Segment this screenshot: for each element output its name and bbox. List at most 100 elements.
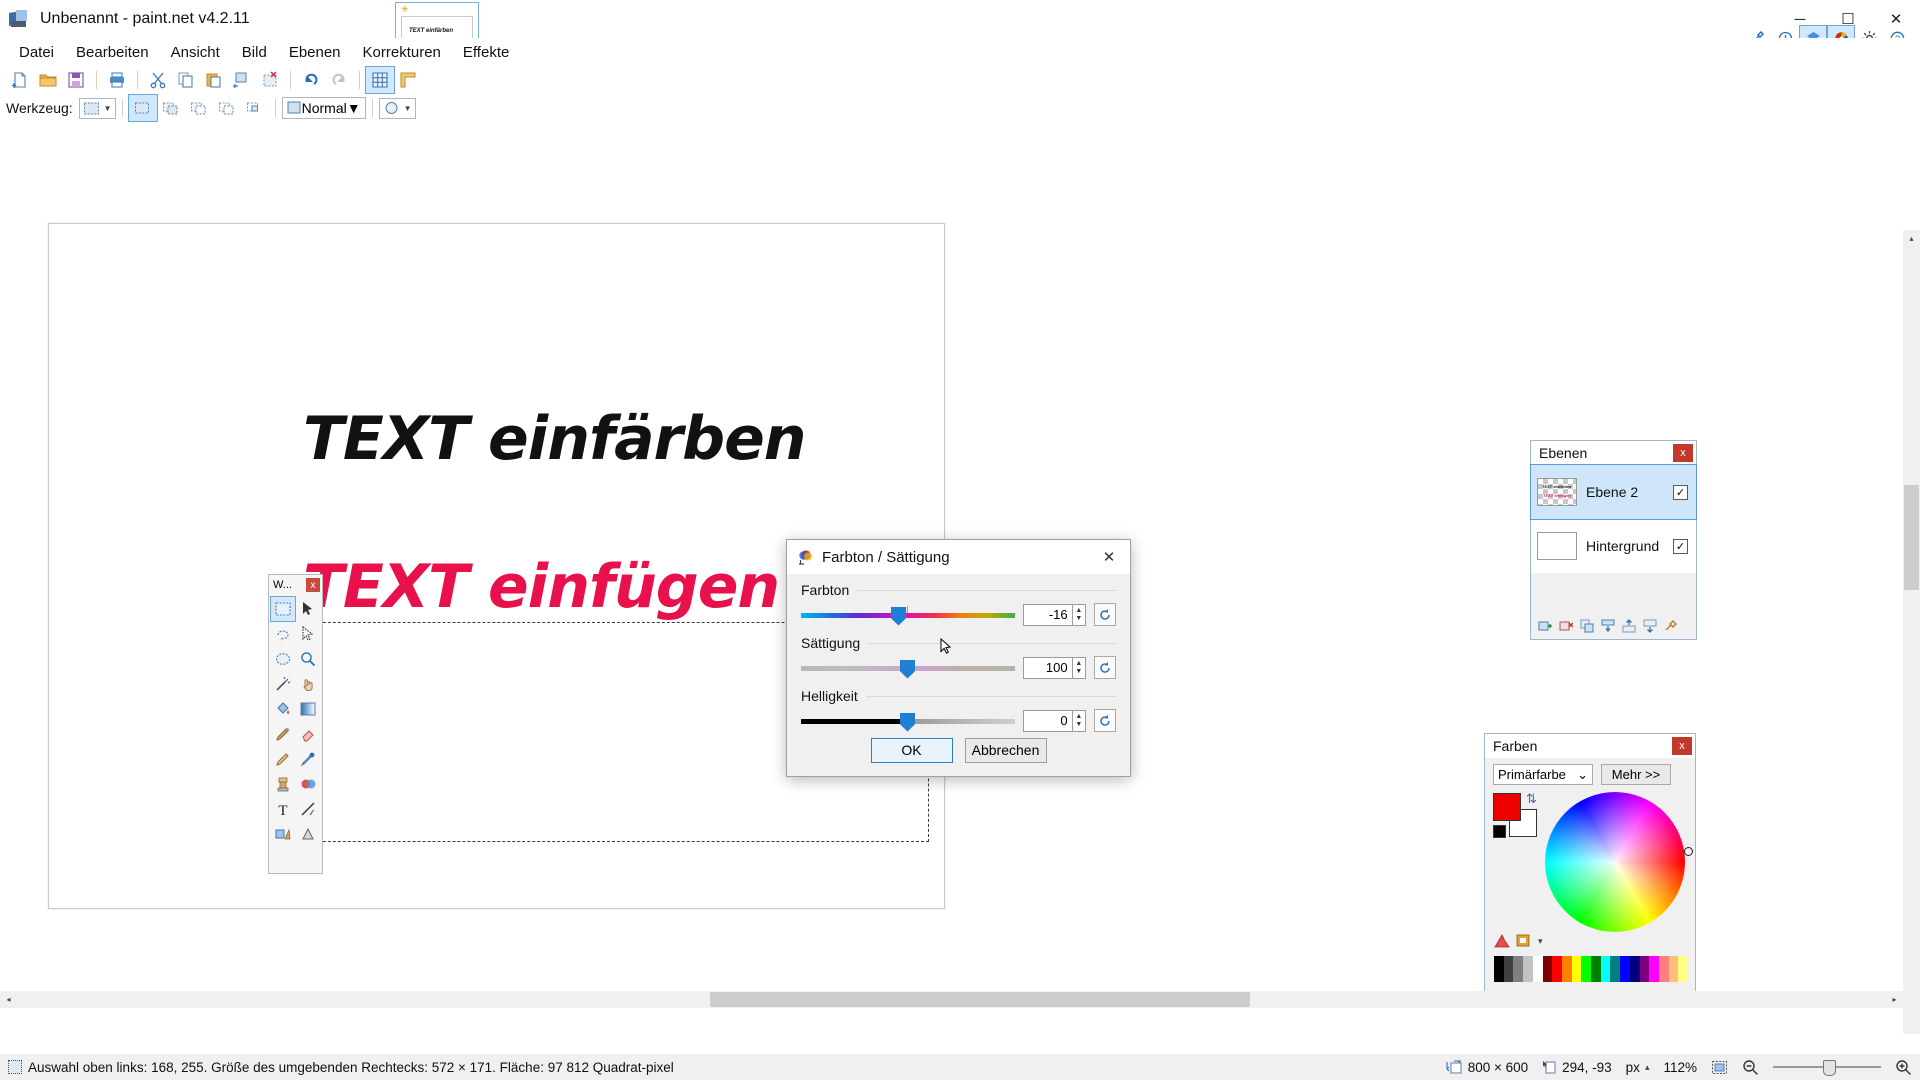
primary-color-swatch[interactable] [1493, 793, 1521, 821]
hue-reset-button[interactable] [1094, 603, 1116, 626]
antialiasing-combo[interactable]: ▼ [378, 97, 416, 119]
layer-visibility-checkbox[interactable]: ✓ [1673, 484, 1688, 500]
unit-group[interactable]: px ▴ [1626, 1060, 1650, 1075]
color-picker-icon[interactable] [296, 747, 320, 771]
pencil-icon[interactable] [271, 747, 295, 771]
paintbrush-icon[interactable] [271, 722, 295, 746]
undo-icon[interactable] [297, 67, 325, 93]
rulers-icon[interactable] [394, 67, 422, 93]
colors-panel[interactable]: Farben x Primärfarbe ⌄ Mehr >> ⇅ ▾ [1484, 733, 1696, 993]
shapes-dropdown-icon[interactable] [296, 822, 320, 846]
merge-layer-down-icon[interactable] [1599, 617, 1617, 635]
vertical-scrollbar[interactable]: ▴ ▾ [1903, 230, 1920, 1034]
new-icon[interactable] [6, 67, 34, 93]
layer-properties-icon[interactable] [1662, 617, 1680, 635]
reset-colors-icon[interactable] [1493, 825, 1506, 838]
saturation-thumb[interactable] [900, 659, 915, 679]
palette-swatch[interactable] [1552, 956, 1562, 982]
save-icon[interactable] [62, 67, 90, 93]
palette-swatch[interactable] [1629, 956, 1640, 982]
palette-swatch[interactable] [1571, 956, 1582, 982]
layers-panel-close[interactable]: x [1673, 444, 1693, 462]
ellipse-select-icon[interactable] [271, 647, 295, 671]
color-palette-strip[interactable] [1494, 956, 1689, 982]
print-icon[interactable] [103, 67, 131, 93]
cancel-button[interactable]: Abbrechen [964, 737, 1047, 763]
line-curve-icon[interactable] [296, 797, 320, 821]
vertical-scroll-thumb[interactable] [1904, 485, 1919, 590]
copy-icon[interactable] [172, 67, 200, 93]
palette-swatch[interactable] [1639, 956, 1650, 982]
hue-slider[interactable] [801, 605, 1015, 626]
add-layer-icon[interactable] [1536, 617, 1554, 635]
selection-replace-icon[interactable] [127, 94, 158, 122]
ok-button[interactable]: OK [870, 737, 953, 763]
palette-menu-icon[interactable] [1516, 934, 1532, 948]
hue-value-field[interactable]: -16 [1022, 603, 1073, 626]
layer-row-hintergrund[interactable]: Hintergrund ✓ [1531, 519, 1696, 573]
pan-icon[interactable] [296, 672, 320, 696]
scroll-left-arrow-icon[interactable]: ◂ [0, 991, 17, 1008]
paste-icon[interactable] [200, 67, 228, 93]
horizontal-scroll-thumb[interactable] [710, 992, 1250, 1007]
zoom-slider-handle[interactable] [1823, 1060, 1836, 1076]
menu-bild[interactable]: Bild [231, 40, 278, 65]
grid-icon[interactable] [365, 66, 395, 94]
open-icon[interactable] [34, 67, 62, 93]
shapes-icon[interactable] [271, 822, 295, 846]
palette-swatch[interactable] [1542, 956, 1553, 982]
cut-icon[interactable] [144, 67, 172, 93]
tools-palette[interactable]: W... x T [268, 574, 323, 874]
palette-swatch[interactable] [1503, 956, 1514, 982]
dialog-close-button[interactable]: ✕ [1088, 540, 1130, 574]
rectangle-select-icon[interactable] [270, 596, 296, 622]
palette-caret-icon[interactable]: ▾ [1538, 936, 1543, 947]
paint-bucket-icon[interactable] [271, 697, 295, 721]
duplicate-layer-icon[interactable] [1578, 617, 1596, 635]
palette-swatch[interactable] [1591, 956, 1601, 982]
color-mode-combo[interactable]: Primärfarbe ⌄ [1493, 764, 1593, 785]
zoom-slider[interactable] [1773, 1060, 1881, 1076]
canvas-area[interactable]: TEXT einfärben TEXT einfügen W... x T Fa… [0, 122, 1920, 1034]
palette-swatch[interactable] [1561, 956, 1572, 982]
palette-swatch[interactable] [1513, 956, 1524, 982]
zoom-out-icon[interactable] [1742, 1059, 1759, 1076]
palette-icon[interactable] [1494, 934, 1510, 948]
unit-caret-icon[interactable]: ▴ [1645, 1062, 1650, 1073]
palette-swatch[interactable] [1658, 956, 1669, 982]
tools-palette-close[interactable]: x [306, 578, 320, 592]
move-selection-icon[interactable] [296, 622, 320, 646]
menu-korrekturen[interactable]: Korrekturen [352, 40, 452, 65]
palette-swatch[interactable] [1668, 956, 1679, 982]
swap-colors-icon[interactable]: ⇅ [1526, 791, 1537, 807]
menu-ansicht[interactable]: Ansicht [160, 40, 231, 65]
zoom-in-icon[interactable] [1895, 1059, 1912, 1076]
recolor-icon[interactable] [296, 772, 320, 796]
lasso-select-icon[interactable] [271, 622, 295, 646]
palette-swatch[interactable] [1523, 956, 1533, 982]
saturation-spinner[interactable]: ▲ ▼ [1072, 656, 1086, 679]
clone-stamp-icon[interactable] [271, 772, 295, 796]
move-layer-up-icon[interactable] [1620, 617, 1638, 635]
menu-bearbeiten[interactable]: Bearbeiten [65, 40, 160, 65]
selection-intersect-icon[interactable] [241, 95, 269, 121]
menu-datei[interactable]: Datei [8, 40, 65, 65]
selection-xor-icon[interactable] [213, 95, 241, 121]
saturation-slider[interactable] [801, 658, 1015, 679]
hue-thumb[interactable] [891, 606, 906, 626]
hue-saturation-dialog[interactable]: Farbton / Sättigung ✕ Farbton -16 ▲ ▼ Sä… [786, 539, 1131, 777]
palette-swatch[interactable] [1649, 956, 1659, 982]
palette-swatch[interactable] [1600, 956, 1611, 982]
more-colors-button[interactable]: Mehr >> [1601, 764, 1671, 785]
menu-effekte[interactable]: Effekte [452, 40, 520, 65]
palette-swatch[interactable] [1610, 956, 1621, 982]
crop-to-selection-icon[interactable] [228, 67, 256, 93]
scroll-right-arrow-icon[interactable]: ▸ [1886, 991, 1903, 1008]
hue-spinner[interactable]: ▲ ▼ [1072, 603, 1086, 626]
selection-union-icon[interactable] [157, 95, 185, 121]
layer-visibility-checkbox[interactable]: ✓ [1673, 538, 1688, 554]
redo-icon[interactable] [325, 67, 353, 93]
palette-swatch[interactable] [1494, 956, 1504, 982]
color-wheel[interactable] [1545, 792, 1685, 932]
saturation-value-field[interactable]: 100 [1022, 656, 1073, 679]
